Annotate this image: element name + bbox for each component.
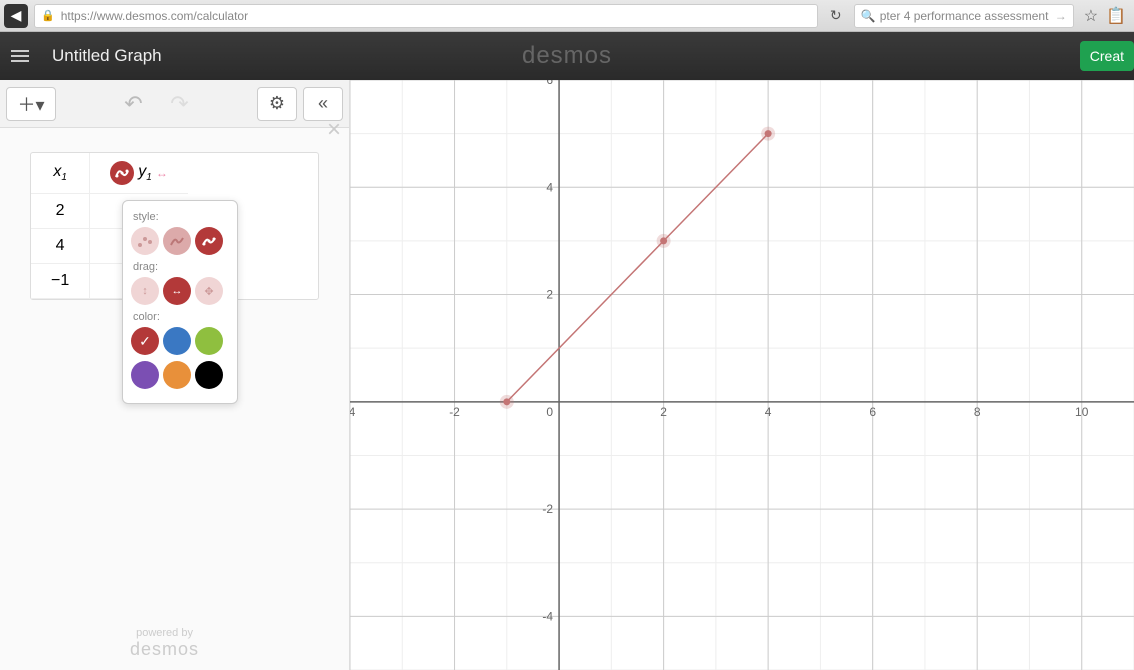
expression-list: × x1 y1 ↔	[0, 128, 349, 304]
svg-text:-2: -2	[449, 405, 460, 419]
y-column-header[interactable]: y1 ↔	[90, 153, 188, 194]
svg-text:4: 4	[765, 405, 772, 419]
style-label: style:	[133, 211, 229, 223]
svg-text:8: 8	[974, 405, 981, 419]
drag-horizontal[interactable]: ↔	[163, 277, 191, 305]
x-column-header[interactable]: x1	[31, 153, 90, 194]
color-red[interactable]: ✓	[131, 327, 159, 355]
main-area: ＋▾ ↶ ↷ ⚙ « × x1	[0, 80, 1134, 670]
app-header: Untitled Graph desmos Creat	[0, 32, 1134, 80]
series-style-button[interactable]	[110, 161, 134, 185]
svg-text:2: 2	[660, 405, 667, 419]
drag-indicator-icon: ↔	[156, 166, 168, 180]
drag-vertical[interactable]: ↕	[131, 277, 159, 305]
cell-x-2[interactable]: −1	[31, 264, 90, 299]
graph-canvas[interactable]: -4 -2 2 4 6 8 10 -4 -2 2 4 6 0	[350, 80, 1134, 670]
style-popup: style: drag: ↕ ↔ ✥	[122, 200, 238, 404]
redo-button[interactable]: ↷	[160, 87, 200, 121]
clipboard-icon[interactable]: 📋	[1106, 6, 1126, 26]
graph-title[interactable]: Untitled Graph	[52, 46, 162, 66]
star-icon[interactable]: ☆	[1084, 6, 1098, 26]
expression-panel: ＋▾ ↶ ↷ ⚙ « × x1	[0, 80, 350, 670]
svg-text:-2: -2	[542, 502, 553, 516]
color-blue[interactable]	[163, 327, 191, 355]
color-orange[interactable]	[163, 361, 191, 389]
check-icon: ✓	[139, 333, 151, 350]
drag-both[interactable]: ✥	[195, 277, 223, 305]
drag-label: drag:	[133, 261, 229, 273]
search-icon: 🔍	[861, 9, 876, 23]
reload-button[interactable]: ↻	[822, 4, 850, 28]
delete-expression-button[interactable]: ×	[327, 116, 341, 144]
add-expression-button[interactable]: ＋▾	[6, 87, 56, 121]
style-points-line[interactable]	[195, 227, 223, 255]
cell-x-1[interactable]: 4	[31, 229, 90, 264]
svg-text:0: 0	[546, 405, 553, 419]
cell-x-0[interactable]: 2	[31, 194, 90, 229]
back-button[interactable]: ◀	[4, 4, 28, 28]
undo-button[interactable]: ↶	[114, 87, 154, 121]
svg-text:2: 2	[546, 288, 553, 302]
gear-icon: ⚙	[269, 93, 285, 114]
svg-text:6: 6	[869, 405, 876, 419]
svg-text:10: 10	[1075, 405, 1089, 419]
style-line-only[interactable]	[163, 227, 191, 255]
settings-button[interactable]: ⚙	[257, 87, 297, 121]
svg-text:-4: -4	[542, 609, 553, 623]
search-text: pter 4 performance assessment	[880, 9, 1049, 23]
svg-text:6: 6	[546, 80, 553, 87]
color-green[interactable]	[195, 327, 223, 355]
color-black[interactable]	[195, 361, 223, 389]
menu-button[interactable]	[0, 32, 40, 80]
url-bar[interactable]: 🔒 https://www.desmos.com/calculator	[34, 4, 818, 28]
browser-search[interactable]: 🔍 pter 4 performance assessment →	[854, 4, 1074, 28]
style-points-only[interactable]	[131, 227, 159, 255]
create-account-button[interactable]: Creat	[1080, 41, 1134, 71]
expression-toolbar: ＋▾ ↶ ↷ ⚙ «	[0, 80, 349, 128]
color-purple[interactable]	[131, 361, 159, 389]
svg-text:-4: -4	[350, 405, 356, 419]
url-text: https://www.desmos.com/calculator	[61, 9, 248, 23]
browser-toolbar: ◀ 🔒 https://www.desmos.com/calculator ↻ …	[0, 0, 1134, 32]
desmos-logo: desmos	[522, 42, 612, 70]
go-icon: →	[1055, 9, 1067, 23]
lock-icon: 🔒	[41, 9, 55, 22]
svg-text:4: 4	[546, 180, 553, 194]
color-label: color:	[133, 311, 229, 323]
powered-by-desmos: powered by desmos	[130, 627, 199, 660]
